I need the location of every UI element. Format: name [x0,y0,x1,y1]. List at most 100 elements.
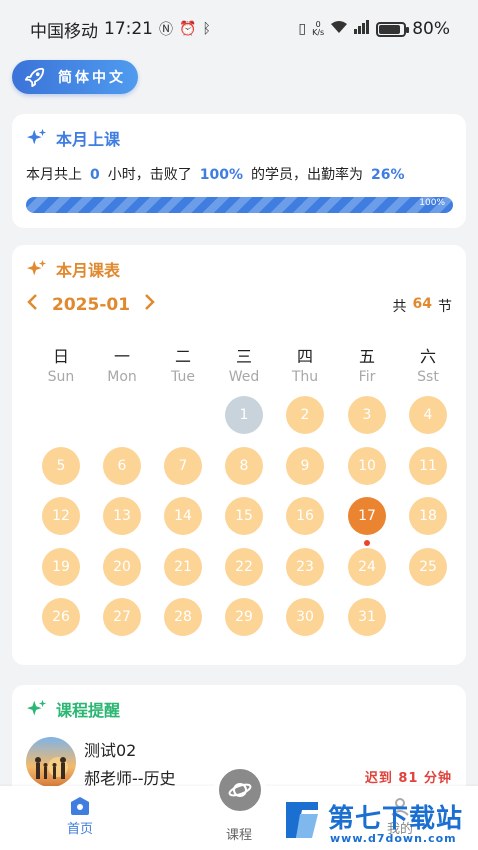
course-avatar [26,737,76,787]
calendar-day[interactable]: 13 [103,497,141,535]
weekday-zh: 三 [235,347,252,366]
course-name[interactable]: 测试02 [84,737,136,761]
sparkle-icon [26,699,47,716]
weekday-zh: 四 [296,347,313,366]
chevron-left-icon[interactable] [26,293,38,316]
weekday-en: Sun [47,369,75,385]
weekday-en: Tue [171,369,195,385]
calendar-day[interactable]: 29 [225,598,263,636]
watermark-text: 第七下载站 [328,804,464,834]
sparkle-icon [26,259,47,276]
weekday-zh: 日 [52,347,69,366]
calendar-day[interactable]: 14 [164,497,202,535]
net-speed: 0 K/s [312,20,325,37]
tab-home[interactable]: 首页 [40,794,120,837]
weekday-header: 二 Tue [153,343,213,385]
status-bar: 中国移动 17:21 Ⓝ ⏰ ᛒ ▯ 0 K/s 80% [0,0,478,58]
weekday-header: 日 Sun [31,343,91,385]
battery-icon [376,21,410,37]
calendar-day[interactable]: 10 [348,446,386,485]
attendance-title: 本月上课 [26,126,120,150]
carrier-label: 中国移动 [30,21,98,42]
calendar-day[interactable]: 19 [42,547,80,586]
calendar-day[interactable]: 4 [409,396,447,434]
language-label: 简体中文 [58,70,126,86]
planet-icon [228,783,252,797]
calendar-day[interactable]: 15 [225,497,263,535]
hours-value: 0 [90,167,100,183]
attendance-card: 本月上课 本月共上 0 小时，击败了 100% 的学员，出勤率为 26% 100… [12,114,466,228]
watermark: 第七下载站 www.d7down.com [282,792,478,850]
calendar-day[interactable]: 21 [164,547,202,586]
total-lessons: 共 64 节 [392,296,452,315]
calendar-day[interactable]: 31 [348,598,386,636]
signal-icon [354,20,370,38]
calendar-day-today[interactable]: 17 [348,497,386,535]
calendar-day[interactable]: 7 [164,446,202,485]
attendance-progress-bar: 100% [26,197,453,213]
calendar-day[interactable]: 11 [409,446,447,485]
course-center-button[interactable] [214,764,266,816]
current-month: 2025-01 [52,294,131,315]
chevron-right-icon[interactable] [144,293,156,316]
calendar-day[interactable]: 5 [42,446,80,485]
attendance-rate-value: 26% [371,167,405,183]
weekday-header: 五 Fir [337,343,397,385]
weekday-zh: 二 [174,347,191,366]
weekday-header: 六 Sst [398,343,458,385]
calendar-day[interactable]: 2 [286,396,324,434]
watermark-url: www.d7down.com [330,832,457,845]
calendar-day[interactable]: 20 [103,547,141,586]
calendar-day[interactable]: 6 [103,446,141,485]
calendar-day[interactable]: 16 [286,497,324,535]
calendar-day[interactable]: 24 [348,547,386,586]
tab-home-label: 首页 [66,822,93,837]
calendar-day[interactable]: 22 [225,547,263,586]
calendar-day[interactable]: 8 [225,446,263,485]
calendar-day[interactable]: 18 [409,497,447,535]
schedule-card: 本月课表 2025-01 共 64 节 日 Sun 一 Mon 二 Tue 三 Wed 四 Thu… [12,245,466,665]
month-navigator: 2025-01 [26,293,156,316]
weekday-zh: 五 [358,347,375,366]
calendar-day[interactable]: 23 [286,547,324,586]
calendar-day[interactable]: 30 [286,598,324,636]
weekday-en: Sst [417,369,439,385]
weekday-en: Mon [107,369,137,385]
tab-course[interactable]: 课程 [199,824,279,843]
calendar-day[interactable]: 28 [164,598,202,636]
weekday-en: Thu [291,369,319,385]
watermark-logo [286,802,318,838]
progress-label: 100% [419,198,445,208]
reminder-title: 课程提醒 [26,697,120,721]
late-status: 迟到 81 分钟 [364,771,452,786]
weekday-header: 三 Wed [214,343,274,385]
weekday-zh: 一 [113,347,130,366]
calendar-day[interactable]: 12 [42,497,80,535]
calendar-day[interactable]: 26 [42,598,80,636]
wifi-icon [330,20,348,38]
sparkle-icon [26,128,47,145]
home-icon [40,794,120,818]
beat-percent-value: 100% [199,167,244,183]
schedule-title: 本月课表 [26,257,120,281]
weekday-en: Wed [228,369,260,385]
weekday-en: Fir [358,369,376,385]
vibrate-icon: ▯ [298,21,307,37]
clock: 17:21 [104,19,153,39]
calendar-day[interactable]: 27 [103,598,141,636]
bluetooth-icon: ᛒ [202,21,211,37]
weekday-header: 一 Mon [92,343,152,385]
calendar-day[interactable]: 3 [348,396,386,434]
today-indicator-dot [364,540,370,546]
attendance-summary: 本月共上 0 小时，击败了 100% 的学员，出勤率为 26% [26,167,405,183]
weekday-zh: 六 [419,347,436,366]
calendar-day[interactable]: 1 [225,396,263,434]
calendar-day[interactable]: 25 [409,547,447,586]
nfc-icon: Ⓝ [159,22,173,38]
progress-fill [26,197,453,213]
alarm-icon: ⏰ [179,21,197,37]
language-switch-button[interactable]: 简体中文 [12,60,138,94]
calendar-day[interactable]: 9 [286,446,324,485]
weekday-header: 四 Thu [275,343,335,385]
rocket-icon [24,67,45,88]
